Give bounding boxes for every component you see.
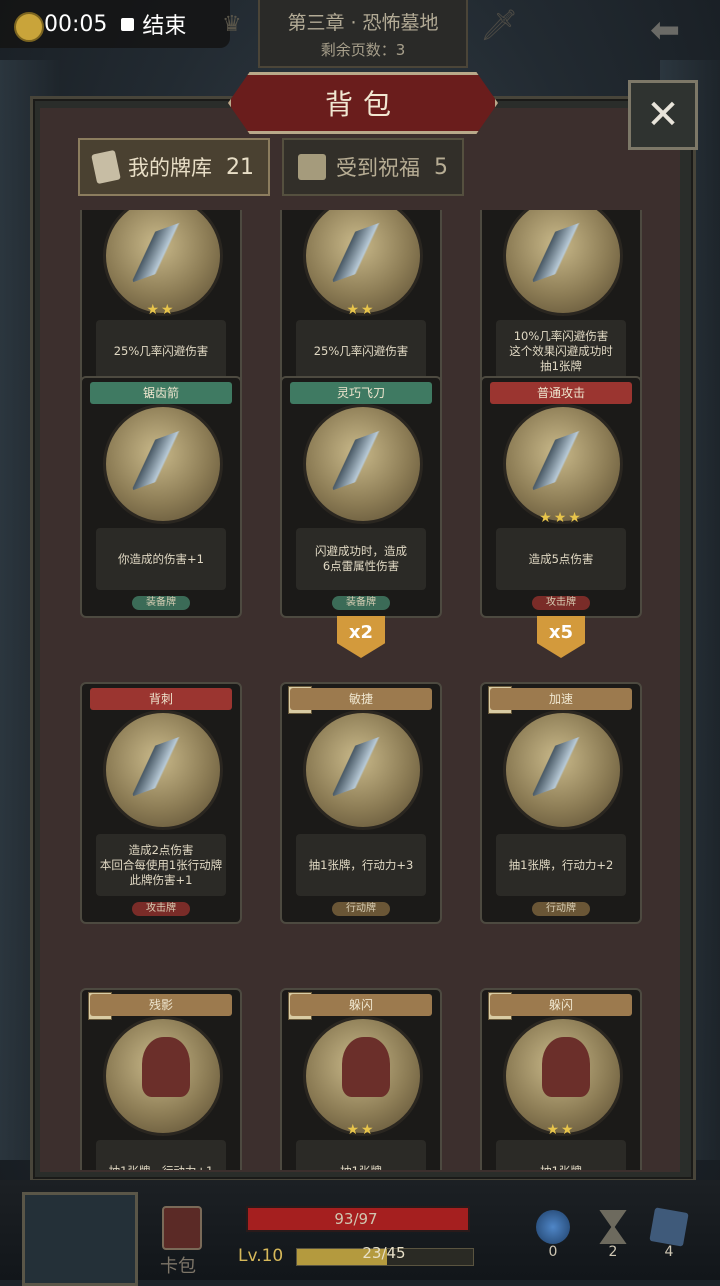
tab-blessings[interactable]: 受到祝福 5 xyxy=(282,138,464,196)
card-description: 你造成的伤害+1 xyxy=(96,528,226,590)
card-description: 25%几率闪避伤害 xyxy=(296,320,426,382)
card-name: 背刺 xyxy=(90,688,232,710)
coin-icon xyxy=(14,12,44,42)
cards-icon[interactable] xyxy=(649,1207,689,1247)
card-name: 锯齿箭 xyxy=(90,382,232,404)
card-art xyxy=(503,404,623,524)
chapter-info: 第三章 · 恐怖墓地 剩余页数：3 xyxy=(258,0,468,68)
card-name: 灵巧飞刀 xyxy=(290,382,432,404)
card-description: 抽1张牌 xyxy=(496,1140,626,1170)
card[interactable]: ⧗敏捷抽1张牌，行动力+3行动牌 xyxy=(280,682,442,924)
card-art xyxy=(103,404,223,524)
card[interactable]: ⧗躲闪★★抽1张牌行动牌 xyxy=(480,988,642,1170)
panel-title: 背包 xyxy=(324,88,401,121)
level-label: Lv.10 xyxy=(238,1246,284,1266)
card-art xyxy=(303,404,423,524)
card-stars: ★★★ xyxy=(539,510,583,526)
hp-text: 93/97 xyxy=(334,1210,378,1228)
card-art xyxy=(503,210,623,316)
card-stars: ★★ xyxy=(146,302,176,318)
tab-bar: 我的牌库 21 受到祝福 5 xyxy=(78,138,464,196)
chapter-title: 第三章 · 恐怖墓地 xyxy=(287,12,439,34)
card-art xyxy=(103,710,223,830)
card-description: 10%几率闪避伤害 这个效果闪避成功时 抽1张牌 xyxy=(496,320,626,382)
card-type: 装备牌 xyxy=(332,596,390,610)
stop-label: 结束 xyxy=(142,14,187,39)
card-name: 躲闪 xyxy=(490,994,632,1016)
card-deck-icon xyxy=(91,149,121,185)
pages-left: 剩余页数：3 xyxy=(320,41,406,59)
card-description: 抽1张牌 xyxy=(296,1140,426,1170)
card[interactable]: ⧗加速抽1张牌，行动力+2行动牌 xyxy=(480,682,642,924)
card-description: 造成5点伤害 xyxy=(496,528,626,590)
card[interactable]: 普通攻击 ★★★ 造成5点伤害攻击牌 xyxy=(480,376,642,618)
tab-label: 我的牌库 xyxy=(128,156,212,180)
card-art xyxy=(103,210,223,316)
card-count-badge: x5 xyxy=(537,616,585,658)
tab-count: 5 xyxy=(434,154,448,180)
close-button[interactable]: ✕ xyxy=(628,80,698,150)
potion-icon[interactable] xyxy=(536,1210,570,1244)
sword-icon[interactable]: 🗡 xyxy=(480,8,518,43)
card-name: 普通攻击 xyxy=(490,382,632,404)
card-type: 装备牌 xyxy=(132,596,190,610)
card-description: 闪避成功时，造成 6点雷属性伤害 xyxy=(296,528,426,590)
card-art xyxy=(303,210,423,316)
panel-title-banner: 背包 xyxy=(228,72,498,134)
tab-label: 受到祝福 xyxy=(336,156,420,180)
card-pack-label: 卡包 xyxy=(160,1256,196,1277)
card-name: 加速 xyxy=(490,688,632,710)
card-type: 攻击牌 xyxy=(132,902,190,916)
card-type: 行动牌 xyxy=(332,902,390,916)
card-description: 抽1张牌，行动力+3 xyxy=(296,834,426,896)
potion-count: 0 xyxy=(548,1244,558,1260)
card[interactable]: ⧗躲闪★★抽1张牌行动牌 xyxy=(280,988,442,1170)
card-count-badge: x2 xyxy=(337,616,385,658)
card-grid: ★★ 25%几率闪避伤害装备牌 ★★ 25%几率闪避伤害装备牌 10%几率闪避伤害 这个… xyxy=(78,210,644,1170)
card-stars: ★★ xyxy=(346,302,376,318)
back-arrow-icon[interactable]: ⬅ xyxy=(650,10,680,51)
card-art xyxy=(303,710,423,830)
tab-my-deck[interactable]: 我的牌库 21 xyxy=(78,138,270,196)
card-art xyxy=(503,1016,623,1136)
crown-icon[interactable]: ♛ xyxy=(222,12,252,37)
card-description: 抽1张牌，行动力+2 xyxy=(496,834,626,896)
card-type: 行动牌 xyxy=(532,902,590,916)
hero-portrait[interactable] xyxy=(22,1192,138,1286)
card-art xyxy=(303,1016,423,1136)
card-type: 攻击牌 xyxy=(532,596,590,610)
card-description: 25%几率闪避伤害 xyxy=(96,320,226,382)
card[interactable]: 锯齿箭你造成的伤害+1 装备牌 xyxy=(80,376,242,618)
card-description: 造成2点伤害 本回合每使用1张行动牌 此牌伤害+1 xyxy=(96,834,226,896)
card-stars: ★★ xyxy=(346,1122,376,1138)
close-icon: ✕ xyxy=(646,92,680,138)
recording-time: 00:05 xyxy=(44,11,108,37)
xp-text: 23/45 xyxy=(362,1244,406,1262)
card-pack-icon[interactable] xyxy=(162,1206,202,1250)
card[interactable]: 灵巧飞刀闪避成功时，造成 6点雷属性伤害装备牌 xyxy=(280,376,442,618)
gift-icon xyxy=(298,154,326,180)
cards-count: 4 xyxy=(664,1244,674,1260)
stop-recording-button[interactable]: 结束 xyxy=(121,8,186,40)
card-art xyxy=(503,710,623,830)
card[interactable]: ⧗残影抽1张牌，行动力+1行动牌 xyxy=(80,988,242,1170)
card-art xyxy=(103,1016,223,1136)
card-stars: ★★ xyxy=(546,1122,576,1138)
stop-icon xyxy=(121,17,135,31)
card-description: 抽1张牌，行动力+1 xyxy=(96,1140,226,1170)
card-name: 躲闪 xyxy=(290,994,432,1016)
hourglass-count: 2 xyxy=(608,1244,618,1260)
card-name: 残影 xyxy=(90,994,232,1016)
card-name: 敏捷 xyxy=(290,688,432,710)
tab-count: 21 xyxy=(226,154,254,180)
card[interactable]: 背刺造成2点伤害 本回合每使用1张行动牌 此牌伤害+1 攻击牌 xyxy=(80,682,242,924)
